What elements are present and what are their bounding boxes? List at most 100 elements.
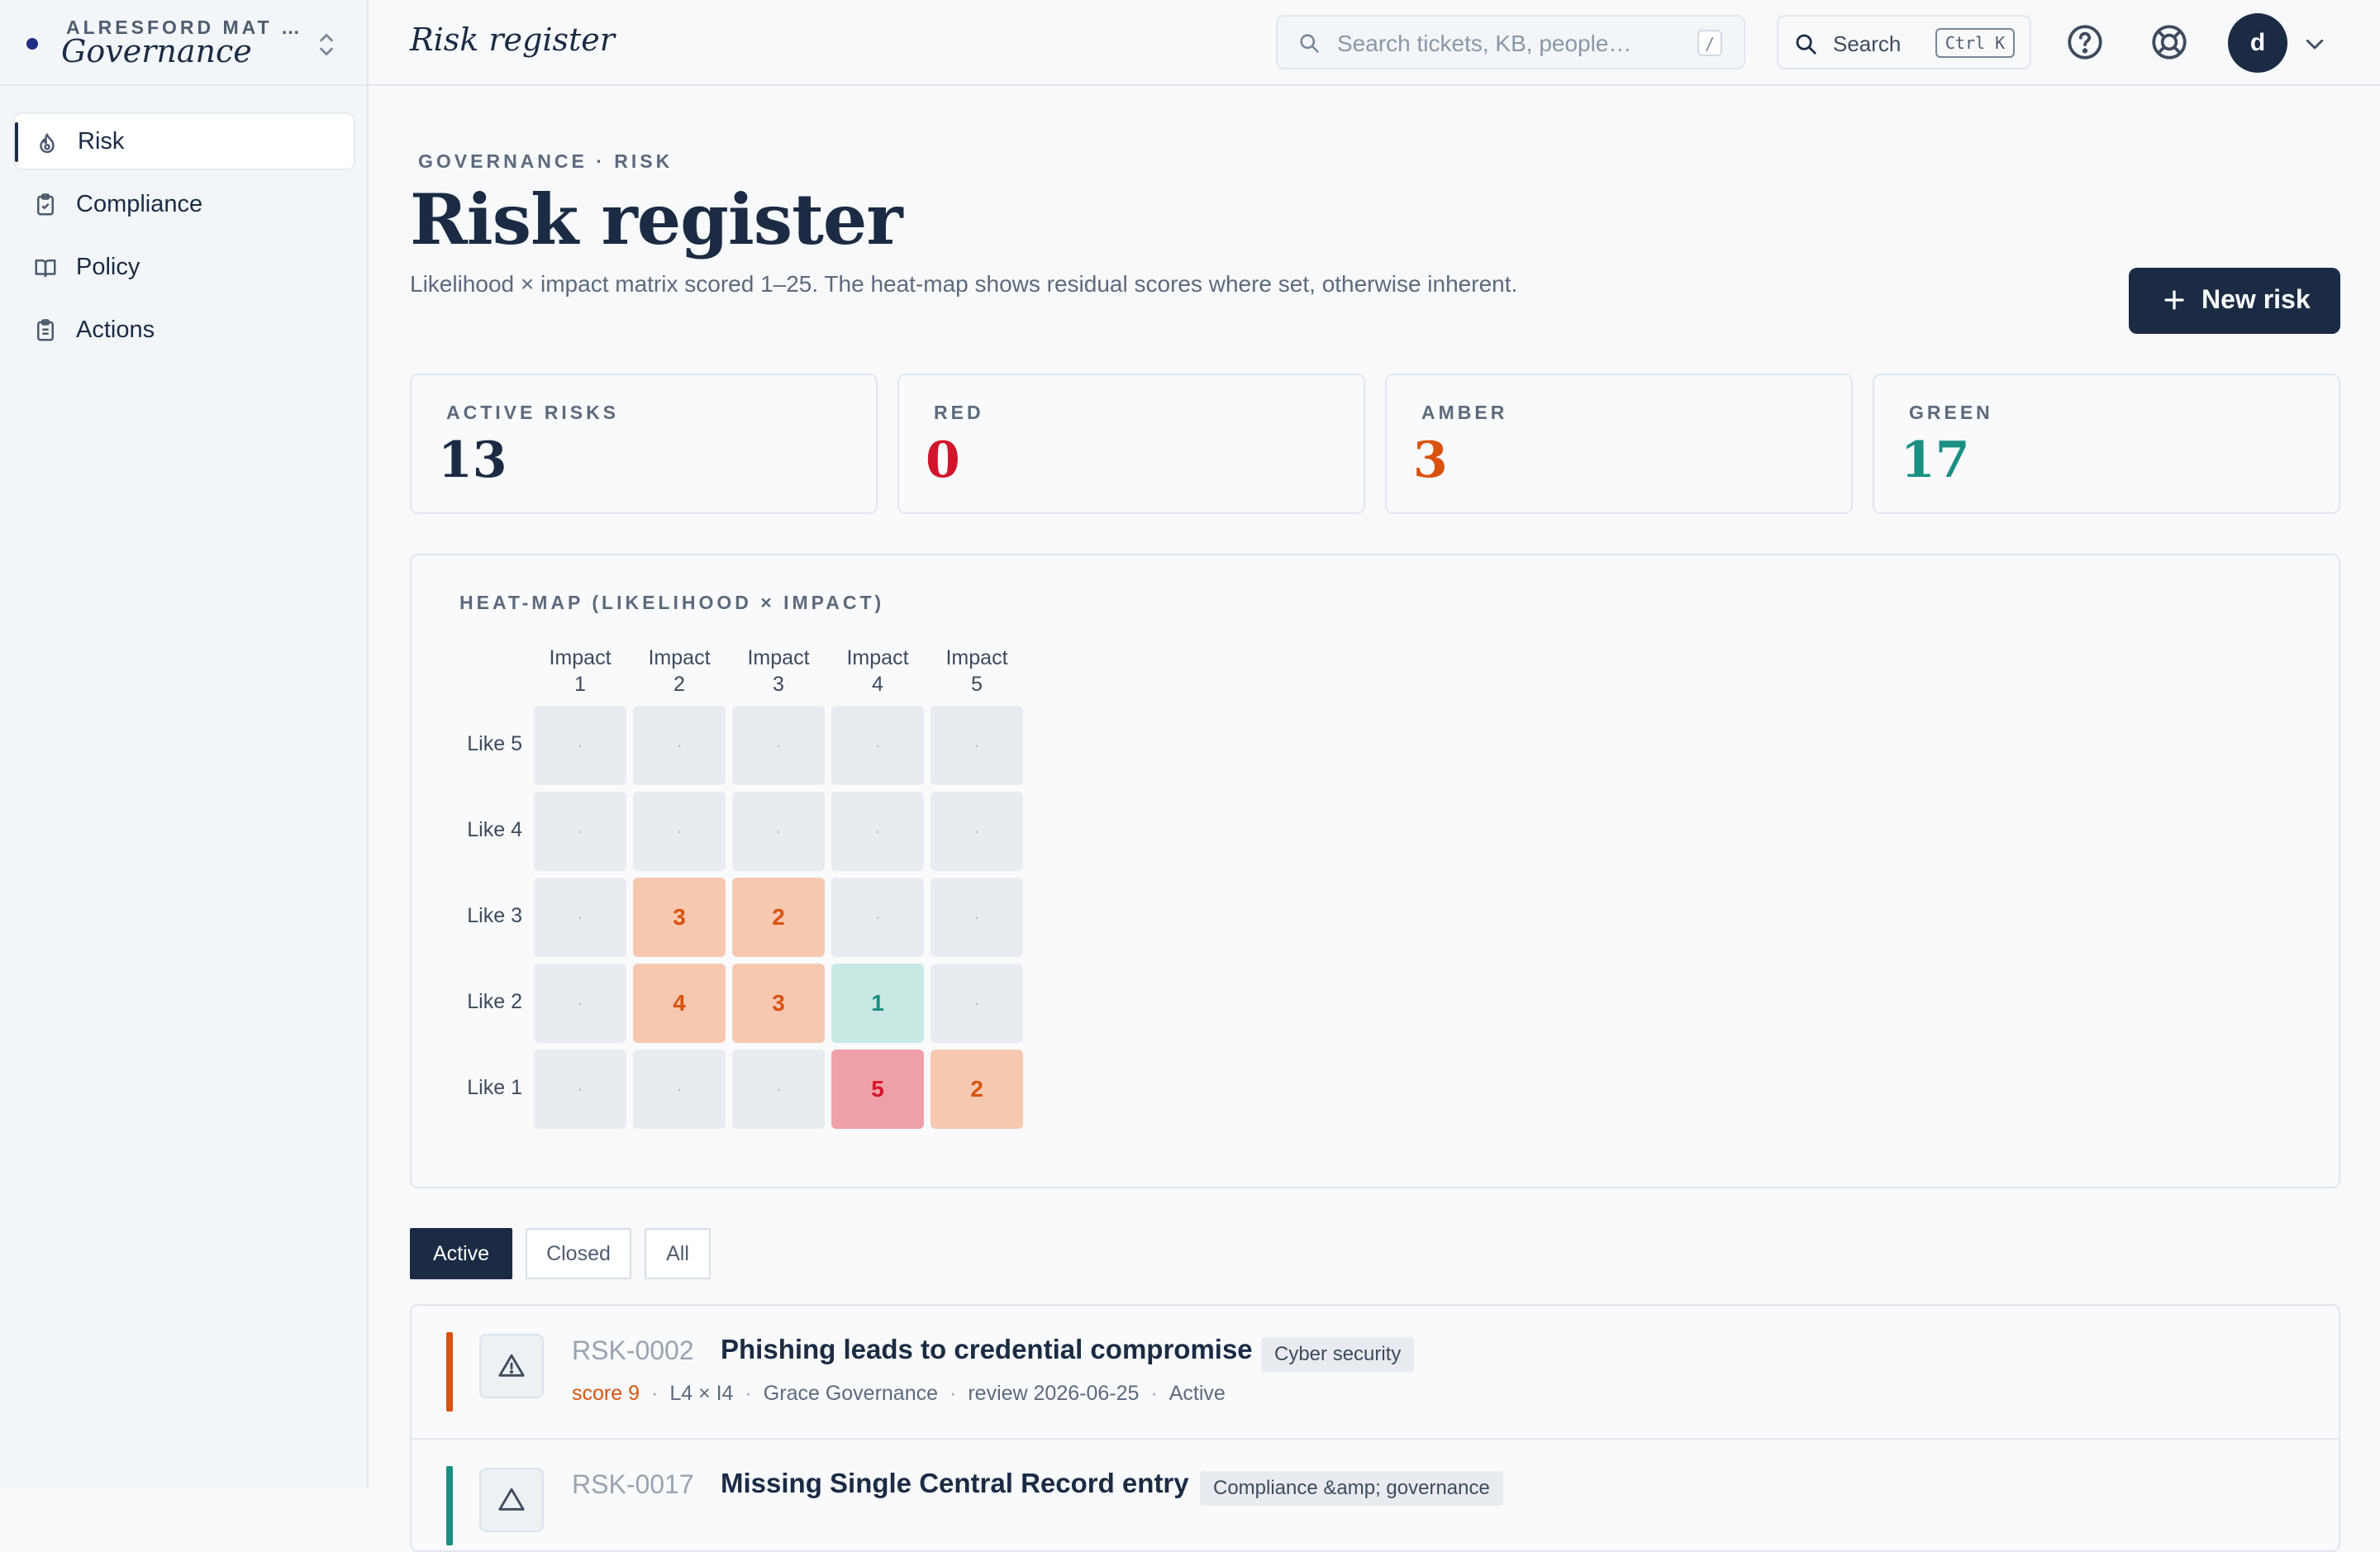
new-risk-label: New risk bbox=[2202, 284, 2311, 314]
heatmap-cell: · bbox=[931, 706, 1023, 785]
filter-closed[interactable]: Closed bbox=[526, 1228, 631, 1279]
breadcrumb: GOVERNANCE · RISK bbox=[418, 150, 674, 172]
stat-value: 0 bbox=[926, 431, 960, 489]
stat-card-red: RED 0 bbox=[897, 374, 1365, 514]
global-search[interactable]: / bbox=[1276, 15, 1745, 69]
heatmap-cell: · bbox=[831, 878, 924, 957]
org-status-dot bbox=[26, 38, 38, 50]
risk-title[interactable]: Phishing leads to credential compromise bbox=[721, 1334, 1253, 1365]
chevron-down-icon[interactable] bbox=[2302, 31, 2327, 56]
stat-label: AMBER bbox=[1421, 402, 1508, 423]
heatmap-cell: · bbox=[534, 1050, 626, 1129]
risk-category-tag: Compliance &amp; governance bbox=[1200, 1471, 1503, 1506]
stat-card-green: GREEN 17 bbox=[1873, 374, 2340, 514]
stat-label: ACTIVE RISKS bbox=[446, 402, 620, 423]
risk-owner: Grace Governance bbox=[763, 1382, 939, 1405]
heatmap-cell: · bbox=[732, 1050, 825, 1129]
risk-row[interactable]: RSK-0002 Phishing leads to credential co… bbox=[412, 1306, 2339, 1438]
chevron-updown-icon[interactable] bbox=[316, 30, 337, 60]
sidebar: ALRESFORD MAT … Governance Risk Complian… bbox=[0, 0, 369, 1488]
heatmap-cell: · bbox=[831, 706, 924, 785]
heatmap-cell[interactable]: 5 bbox=[831, 1050, 924, 1129]
heatmap-card: HEAT-MAP (LIKELIHOOD × IMPACT) Impact 1 I… bbox=[410, 554, 2340, 1188]
book-icon bbox=[35, 259, 56, 278]
heatmap-cell: · bbox=[732, 792, 825, 871]
topbar-title: Risk register bbox=[410, 21, 615, 58]
risk-id: RSK-0017 bbox=[572, 1469, 694, 1499]
heatmap-cell: · bbox=[534, 706, 626, 785]
heatmap-row-header: Like 3 bbox=[467, 904, 522, 927]
heatmap-cell[interactable]: 3 bbox=[732, 964, 825, 1043]
sidebar-item-label: Policy bbox=[76, 253, 140, 280]
filter-all[interactable]: All bbox=[645, 1228, 711, 1279]
heatmap-cell[interactable]: 3 bbox=[633, 878, 726, 957]
stats-row: ACTIVE RISKS 13 RED 0 AMBER 3 GREEN 17 bbox=[410, 374, 2340, 514]
help-icon[interactable] bbox=[2064, 21, 2106, 63]
risk-matrix: L4 × I4 bbox=[669, 1382, 734, 1405]
risk-severity-bar bbox=[446, 1466, 453, 1545]
sidebar-nav: Risk Compliance Policy Actions bbox=[13, 112, 355, 364]
risk-row[interactable]: RSK-0017 Missing Single Central Record e… bbox=[412, 1438, 2339, 1550]
heatmap-col-header: Impact 1 bbox=[549, 646, 612, 696]
risk-severity-bar bbox=[446, 1332, 453, 1412]
risk-id: RSK-0002 bbox=[572, 1335, 694, 1365]
risk-review-date: review 2026-06-25 bbox=[968, 1382, 1140, 1405]
stat-card-amber: AMBER 3 bbox=[1385, 374, 1853, 514]
search-icon bbox=[1300, 34, 1319, 53]
risk-list: RSK-0002 Phishing leads to credential co… bbox=[410, 1304, 2340, 1552]
risk-score: score 9 bbox=[572, 1382, 640, 1405]
sidebar-item-label: Compliance bbox=[76, 190, 203, 217]
command-search-button[interactable]: Search Ctrl K bbox=[1777, 15, 2031, 69]
heatmap-cell: · bbox=[732, 706, 825, 785]
stat-label: GREEN bbox=[1909, 402, 1993, 423]
risk-title[interactable]: Missing Single Central Record entry bbox=[721, 1468, 1189, 1499]
heatmap-cell: · bbox=[534, 792, 626, 871]
clipboard-list-icon bbox=[37, 319, 54, 341]
heatmap-cell: · bbox=[633, 792, 726, 871]
heatmap-col-header: Impact 2 bbox=[648, 646, 711, 696]
heatmap-col-header: Impact 5 bbox=[945, 646, 1008, 696]
lifebuoy-icon[interactable] bbox=[2149, 21, 2190, 63]
heatmap-cell[interactable]: 4 bbox=[633, 964, 726, 1043]
heatmap-cell: · bbox=[534, 878, 626, 957]
topbar: Risk register / Search Ctrl K d bbox=[369, 0, 2380, 86]
new-risk-button[interactable]: New risk bbox=[2129, 268, 2340, 334]
heatmap-row-header: Like 5 bbox=[467, 732, 522, 755]
flame-icon bbox=[40, 133, 55, 154]
search-input[interactable] bbox=[1335, 26, 1686, 61]
sidebar-item-policy[interactable]: Policy bbox=[13, 238, 355, 296]
warning-icon bbox=[498, 1488, 525, 1511]
clipboard-check-icon bbox=[37, 193, 54, 216]
sidebar-item-actions[interactable]: Actions bbox=[13, 301, 355, 359]
heatmap-row-header: Like 4 bbox=[467, 818, 522, 841]
risk-category-tag: Cyber security bbox=[1261, 1337, 1415, 1372]
stat-value: 3 bbox=[1413, 431, 1448, 489]
heatmap-cell[interactable]: 2 bbox=[732, 878, 825, 957]
heatmap-row-header: Like 2 bbox=[467, 990, 522, 1013]
heatmap-cell[interactable]: 2 bbox=[931, 1050, 1023, 1129]
search-shortcut-key: / bbox=[1697, 30, 1722, 56]
plus-icon bbox=[2164, 290, 2184, 310]
heatmap-cell[interactable]: 1 bbox=[831, 964, 924, 1043]
org-switcher[interactable]: ALRESFORD MAT … Governance bbox=[0, 0, 369, 86]
heatmap-cell: · bbox=[931, 792, 1023, 871]
sidebar-item-compliance[interactable]: Compliance bbox=[13, 175, 355, 233]
filter-active[interactable]: Active bbox=[410, 1228, 512, 1279]
stat-value: 17 bbox=[1901, 431, 1970, 489]
page-description: Likelihood × impact matrix scored 1–25. … bbox=[410, 271, 1518, 297]
sidebar-item-label: Risk bbox=[78, 127, 125, 155]
risk-status: Active bbox=[1169, 1382, 1226, 1405]
heatmap-cell: · bbox=[633, 706, 726, 785]
risk-icon-box bbox=[479, 1334, 544, 1398]
command-search-label: Search bbox=[1833, 31, 1902, 56]
warning-icon bbox=[498, 1354, 525, 1377]
stat-label: RED bbox=[934, 402, 984, 423]
heatmap-col-header: Impact 3 bbox=[747, 646, 810, 696]
page-title: Risk register bbox=[410, 179, 903, 260]
risk-meta: score 9 · L4 × I4 · Grace Governance · review … bbox=[572, 1382, 1226, 1405]
user-avatar[interactable]: d bbox=[2228, 13, 2287, 73]
sidebar-item-risk[interactable]: Risk bbox=[13, 112, 355, 170]
search-icon bbox=[1796, 34, 1816, 55]
stat-value: 13 bbox=[438, 431, 507, 489]
heatmap-cell: · bbox=[931, 964, 1023, 1043]
